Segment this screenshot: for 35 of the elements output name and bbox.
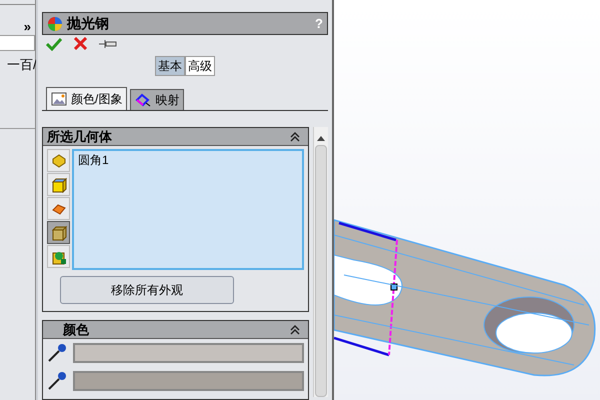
color-swatch[interactable]	[73, 343, 304, 363]
selection-filter-button[interactable]	[47, 149, 70, 172]
section-title: 颜色	[63, 320, 90, 339]
part-icon	[50, 152, 66, 168]
mapping-icon	[135, 93, 152, 107]
selection-filter-button[interactable]	[47, 197, 70, 220]
selection-list[interactable]: 圆角1	[72, 149, 304, 270]
scroll-up-icon	[317, 135, 325, 141]
appearance-ball-icon	[47, 16, 63, 32]
list-item[interactable]: 圆角1	[78, 151, 298, 169]
section-title: 所选几何体	[47, 128, 113, 146]
tab[interactable]: 颜色/图象	[46, 87, 128, 110]
expand-button[interactable]: »	[24, 17, 31, 35]
color-swatch[interactable]	[73, 371, 304, 391]
close-icon[interactable]	[74, 37, 87, 50]
tab[interactable]: 映射	[130, 89, 184, 110]
collapse-icon[interactable]	[290, 132, 300, 142]
selection-filter-button[interactable]	[47, 221, 70, 244]
cube-icon	[50, 224, 66, 240]
scroll-thumb[interactable]	[315, 145, 327, 397]
scrollbar[interactable]	[313, 127, 328, 397]
picture-icon	[51, 92, 67, 106]
collapse-icon[interactable]	[290, 324, 300, 334]
selection-filter-button[interactable]	[47, 173, 70, 196]
remove-appearances-button[interactable]: 移除所有外观	[60, 276, 234, 304]
panel-title: 抛光钢	[67, 14, 110, 33]
mode-toggle[interactable]: 基本	[155, 56, 185, 76]
selection-filter-button[interactable]	[47, 245, 70, 268]
mode-toggle[interactable]: 高级	[185, 56, 215, 76]
checkmark-icon[interactable]	[46, 36, 62, 50]
input-field[interactable]	[0, 35, 35, 51]
eyedropper-icon	[47, 343, 67, 363]
pin-icon[interactable]	[99, 38, 117, 48]
eyedropper-icon	[47, 371, 67, 391]
cube-icon	[50, 176, 66, 192]
